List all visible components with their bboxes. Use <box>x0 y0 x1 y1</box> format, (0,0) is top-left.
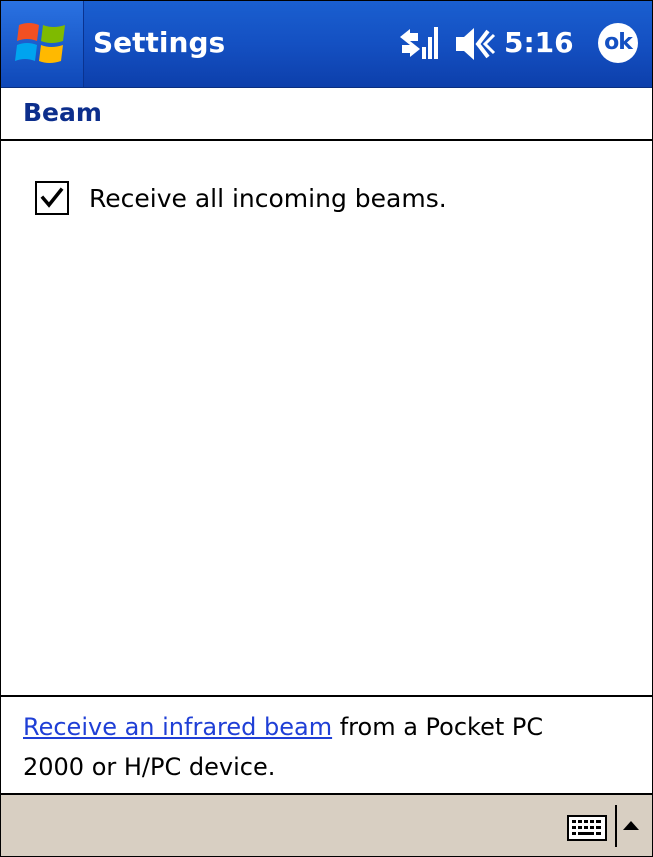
footer-info: Receive an infrared beam from a Pocket P… <box>1 695 652 795</box>
page-header: Beam <box>1 88 652 141</box>
receive-beams-label[interactable]: Receive all incoming beams. <box>89 181 447 217</box>
app-title[interactable]: Settings <box>93 21 225 65</box>
receive-infrared-beam-link[interactable]: Receive an infrared beam <box>23 713 332 741</box>
connectivity-icon[interactable] <box>396 23 440 63</box>
footer-text-line1: from a Pocket PC <box>332 713 544 741</box>
receive-beams-checkbox[interactable] <box>35 181 69 215</box>
title-bar: Settings 5:16 ok <box>1 1 652 88</box>
clock[interactable]: 5:16 <box>504 21 574 65</box>
arrow-up-icon[interactable] <box>623 821 639 830</box>
footer-text: Receive an infrared beam from a Pocket P… <box>23 707 633 787</box>
page-title: Beam <box>23 98 102 127</box>
device-screen: Settings 5:16 ok Beam Receive all incomi… <box>0 0 653 857</box>
volume-icon[interactable] <box>454 25 498 63</box>
windows-logo-icon <box>15 23 65 63</box>
ok-button[interactable]: ok <box>598 23 638 63</box>
start-button[interactable] <box>1 1 84 87</box>
menu-bar <box>1 793 652 856</box>
keyboard-icon[interactable] <box>567 815 607 841</box>
footer-text-line2: 2000 or H/PC device. <box>23 753 276 781</box>
checkmark-icon <box>40 187 64 208</box>
menu-separator <box>615 805 617 847</box>
